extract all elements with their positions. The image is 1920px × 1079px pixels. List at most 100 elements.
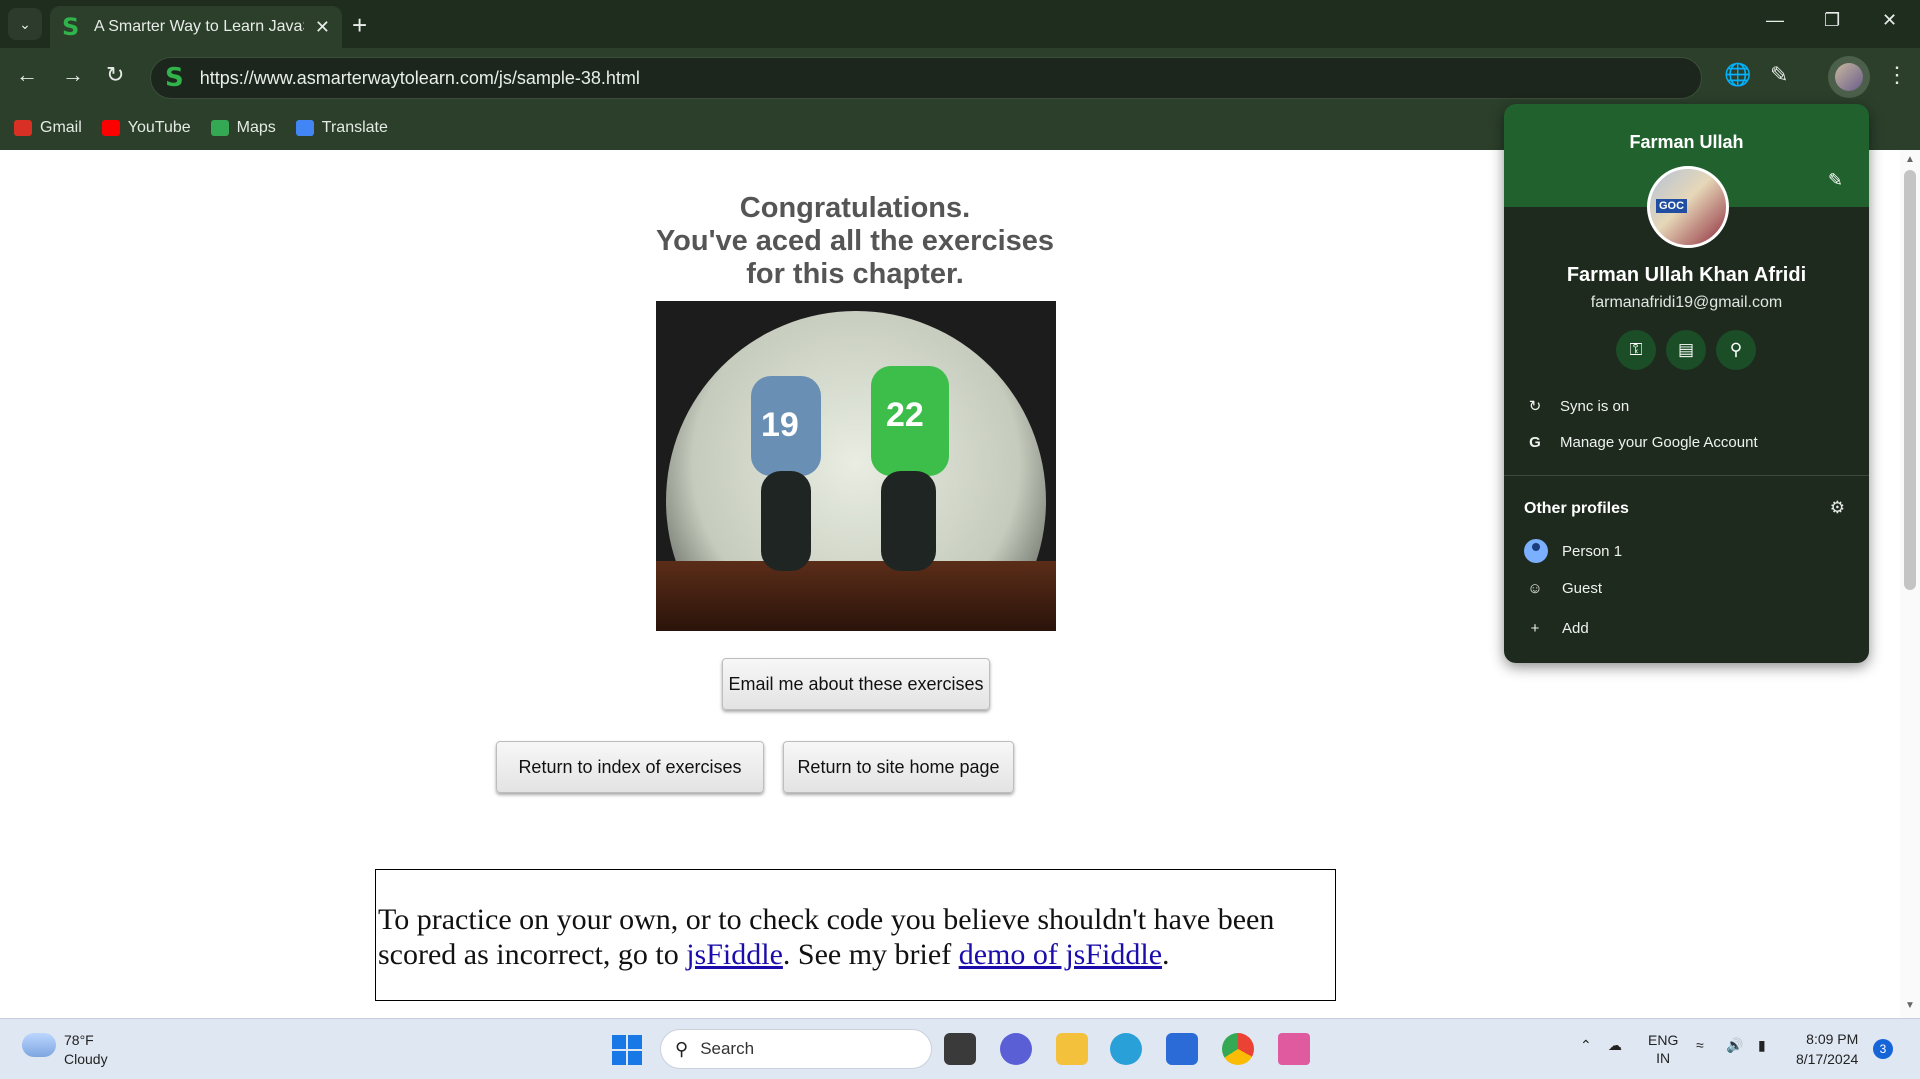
tab-search-button[interactable]: ⌄ <box>8 8 42 40</box>
practice-box: To practice on your own, or to check cod… <box>375 869 1336 1001</box>
location-icon[interactable]: ⚲ <box>1716 330 1756 370</box>
congrats-line: You've aced all the exercises <box>655 225 1055 257</box>
key-icon[interactable]: ⚿ <box>1616 330 1656 370</box>
active-tab[interactable]: S A Smarter Way to Learn JavaScr ✕ <box>50 6 342 48</box>
taskbar: 78°F Cloudy ⚲ Search ⌃ ☁ ENG IN ≈ 🔊 ▮ 8:… <box>0 1018 1920 1079</box>
onedrive-icon[interactable]: ☁ <box>1608 1037 1622 1054</box>
edit-profile-icon[interactable]: ✎ <box>1828 170 1843 191</box>
chrome-icon[interactable] <box>1222 1033 1254 1065</box>
jsfiddle-link[interactable]: jsFiddle <box>686 938 783 971</box>
page-scrollbar[interactable]: ▲ ▼ <box>1900 150 1920 1018</box>
minimize-icon[interactable]: — <box>1766 10 1784 31</box>
congrats-heading: Congratulations. You've aced all the exe… <box>620 192 1090 291</box>
stage-floor <box>656 561 1056 631</box>
taskbar-search[interactable]: ⚲ Search <box>660 1029 932 1069</box>
volume-icon[interactable]: 🔊 <box>1726 1037 1743 1054</box>
translate-page-icon[interactable]: 🌐 <box>1724 62 1751 88</box>
profile-label: Guest <box>1562 580 1603 597</box>
google-icon: G <box>1529 434 1541 451</box>
url-text: https://www.asmarterwaytolearn.com/js/sa… <box>199 67 640 88</box>
reload-icon[interactable]: ↻ <box>106 62 124 88</box>
windows-logo-icon <box>612 1035 626 1049</box>
task-view-icon[interactable] <box>944 1033 976 1065</box>
jsfiddle-demo-link[interactable]: demo of jsFiddle <box>959 938 1162 971</box>
site-info-icon[interactable]: S <box>165 63 184 93</box>
back-icon[interactable]: ← <box>16 62 38 88</box>
profile-avatar: GOC <box>1647 166 1729 248</box>
lang-region: IN <box>1656 1050 1671 1066</box>
profile-item-person-1[interactable]: Person 1 <box>1524 539 1622 563</box>
card-icon[interactable]: ▤ <box>1666 330 1706 370</box>
search-icon: ⚲ <box>675 1038 689 1059</box>
lang-code: ENG <box>1648 1032 1679 1048</box>
snipping-tool-icon[interactable] <box>1278 1033 1310 1065</box>
youtube-icon <box>101 120 120 136</box>
start-button[interactable] <box>612 1035 642 1065</box>
chevron-up-icon[interactable]: ⌃ <box>1580 1037 1592 1054</box>
bookmark-translate[interactable]: Translate <box>295 119 388 137</box>
jersey-number: 22 <box>886 396 924 434</box>
file-explorer-icon[interactable] <box>1056 1033 1088 1065</box>
sync-status[interactable]: ↻ Sync is on <box>1524 397 1630 416</box>
new-tab-button[interactable]: + <box>352 10 367 41</box>
store-icon[interactable] <box>1166 1033 1198 1065</box>
practice-text: . <box>1162 938 1170 971</box>
scroll-up-icon[interactable]: ▲ <box>1905 154 1915 165</box>
temperature: 78°F <box>64 1032 94 1048</box>
profile-item-add[interactable]: + Add <box>1524 620 1589 637</box>
forward-icon[interactable]: → <box>62 62 84 88</box>
profile-item-guest[interactable]: ☺ Guest <box>1524 580 1602 597</box>
browser-toolbar: ← → ↻ S https://www.asmarterwaytolearn.c… <box>0 48 1920 106</box>
other-profiles-heading: Other profiles <box>1524 500 1629 517</box>
weather-widget[interactable]: 78°F Cloudy <box>64 1031 108 1069</box>
extensions-icon[interactable]: ✎ <box>1770 62 1788 88</box>
profile-full-name: Farman Ullah Khan Afridi <box>1566 264 1807 286</box>
windows-logo-icon <box>628 1051 642 1065</box>
celebration-image: 19 22 <box>656 301 1056 631</box>
search-placeholder: Search <box>700 1039 755 1058</box>
dancer-left-legs <box>761 471 811 571</box>
dancer-right-legs <box>881 471 936 571</box>
notification-badge[interactable]: 3 <box>1873 1039 1893 1059</box>
scroll-thumb[interactable] <box>1904 170 1916 590</box>
site-favicon-icon: S <box>62 13 80 41</box>
wifi-icon[interactable]: ≈ <box>1696 1037 1704 1053</box>
restore-icon[interactable]: ❐ <box>1824 10 1840 31</box>
scroll-down-icon[interactable]: ▼ <box>1905 1000 1915 1011</box>
profile-label: Person 1 <box>1562 542 1623 560</box>
add-icon: + <box>1530 620 1540 637</box>
profile-email: farmanafridi19@gmail.com <box>1590 294 1783 311</box>
bookmark-maps[interactable]: Maps <box>210 119 276 137</box>
bookmark-youtube[interactable]: YouTube <box>101 119 191 137</box>
chevron-down-icon: ⌄ <box>19 15 31 32</box>
maps-icon <box>210 120 229 136</box>
clock[interactable]: 8:09 PM 8/17/2024 <box>1796 1029 1858 1069</box>
bookmark-gmail[interactable]: Gmail <box>14 119 82 137</box>
edge-icon[interactable] <box>1110 1033 1142 1065</box>
sync-icon: ↻ <box>1528 398 1542 415</box>
jersey-number: 19 <box>761 406 799 444</box>
cloud-icon[interactable] <box>22 1033 56 1057</box>
person-avatar-icon <box>1524 539 1548 563</box>
time: 8:09 PM <box>1806 1031 1859 1047</box>
return-index-button[interactable]: Return to index of exercises <box>496 741 764 793</box>
weather-condition: Cloudy <box>64 1051 108 1067</box>
address-bar[interactable]: S https://www.asmarterwaytolearn.com/js/… <box>150 57 1702 99</box>
manage-account-link[interactable]: G Manage your Google Account <box>1524 434 1758 451</box>
close-window-icon[interactable]: ✕ <box>1882 10 1897 31</box>
menu-kebab-icon[interactable]: ⋮ <box>1886 62 1908 88</box>
profile-button[interactable] <box>1828 56 1870 98</box>
sync-label: Sync is on <box>1560 397 1630 415</box>
gear-icon[interactable]: ⚙ <box>1830 498 1845 518</box>
language-indicator[interactable]: ENG IN <box>1648 1031 1678 1067</box>
email-me-button[interactable]: Email me about these exercises <box>722 658 990 710</box>
congrats-line: for this chapter. <box>746 258 964 290</box>
close-tab-icon[interactable]: ✕ <box>315 17 330 38</box>
gmail-icon <box>14 120 32 136</box>
chat-icon[interactable] <box>1000 1033 1032 1065</box>
manage-account-label: Manage your Google Account <box>1560 434 1758 451</box>
return-home-button[interactable]: Return to site home page <box>783 741 1014 793</box>
battery-icon[interactable]: ▮ <box>1758 1037 1766 1054</box>
bookmark-label: Gmail <box>40 119 82 136</box>
translate-icon <box>295 120 314 136</box>
